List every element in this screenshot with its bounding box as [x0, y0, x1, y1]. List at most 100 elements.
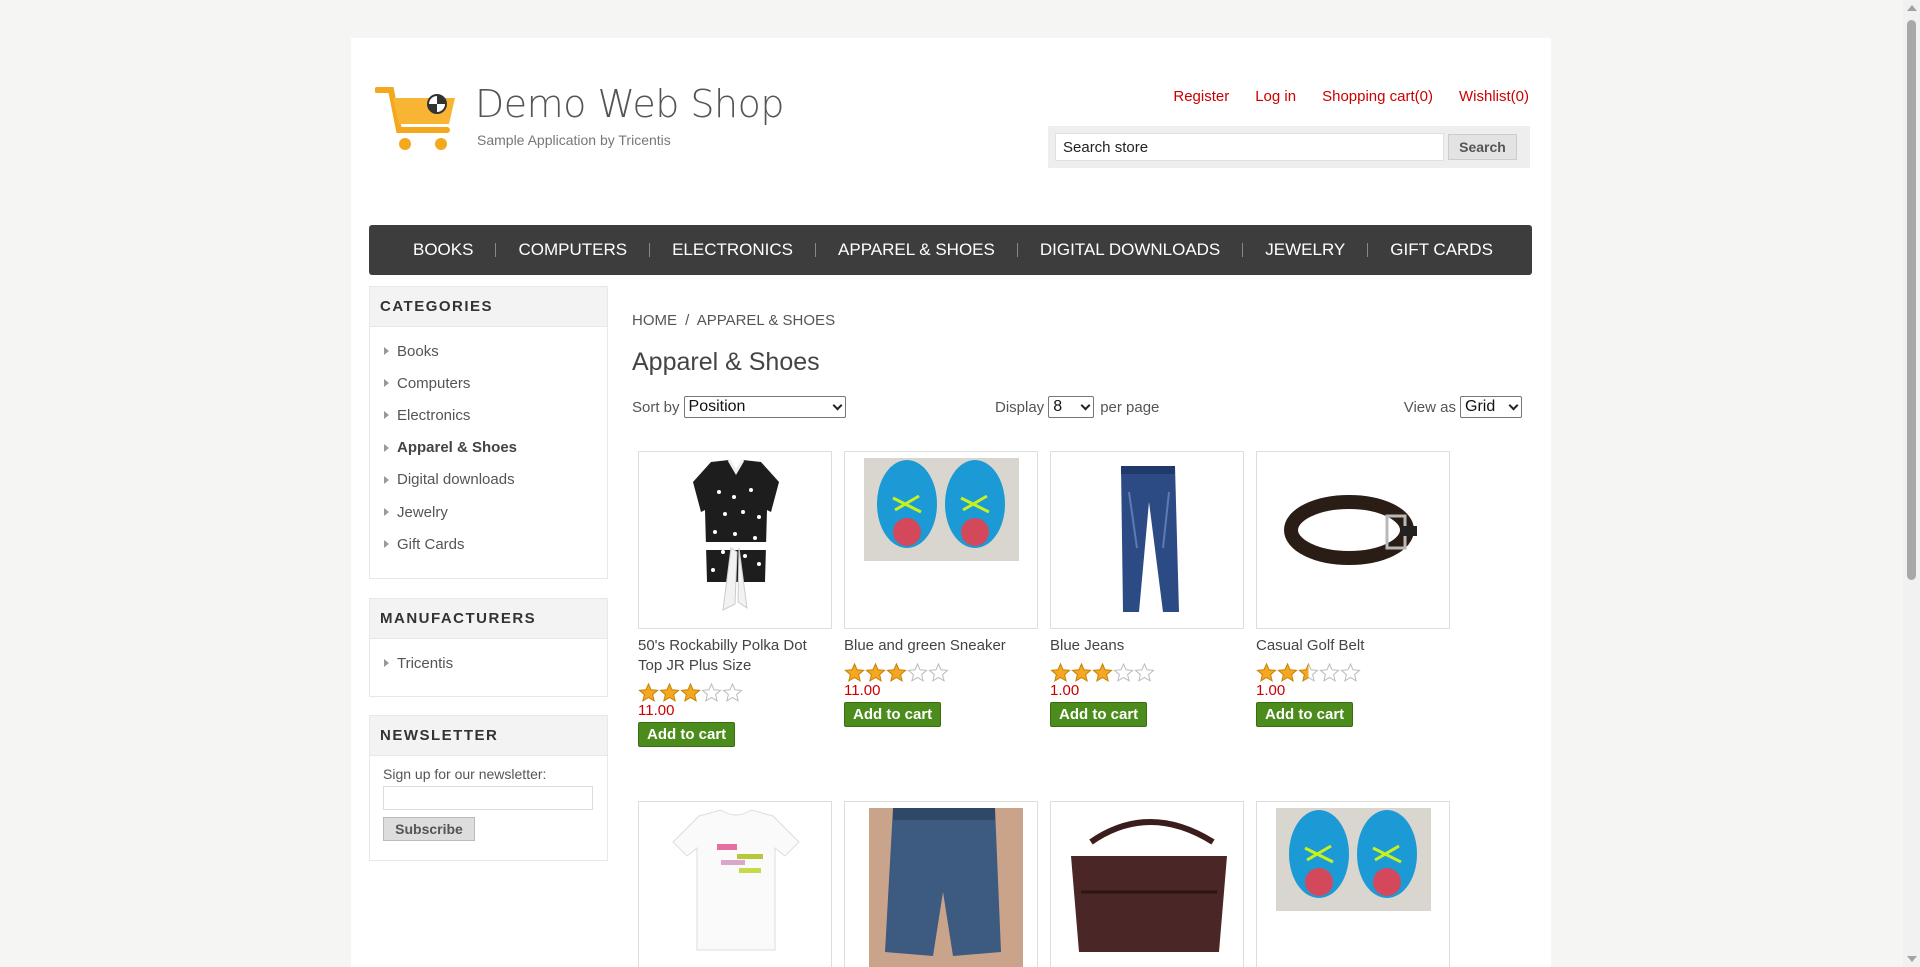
add-to-cart-button[interactable]: Add to cart	[1256, 702, 1354, 727]
add-to-cart-button[interactable]: Add to cart	[844, 702, 942, 727]
product-image[interactable]	[638, 801, 832, 967]
categories-title: CATEGORIES	[370, 287, 607, 327]
category-item-digital-downloads[interactable]: Digital downloads	[384, 464, 607, 496]
product-image[interactable]	[1256, 801, 1450, 967]
star-icon	[1319, 663, 1340, 682]
blue-sneaker-image	[864, 458, 1019, 561]
product-card: Casual Golf Belt 1.00 Add to cart	[1256, 451, 1450, 727]
star-icon	[1134, 663, 1155, 682]
product-price: 11.00	[844, 682, 881, 699]
triangle-right-icon	[384, 475, 389, 484]
blue-sneaker-image	[1276, 808, 1431, 911]
manufacturers-block: MANUFACTURERS Tricentis	[369, 598, 608, 697]
store-subtitle: Sample Application by Tricentis	[477, 132, 671, 148]
product-image[interactable]	[844, 451, 1038, 629]
star-icon	[907, 663, 928, 682]
chevron-down-icon	[1508, 400, 1519, 410]
product-title[interactable]: Blue Jeans	[1050, 636, 1244, 656]
page-size-control: Display 8 per page	[995, 396, 1159, 418]
add-to-cart-button[interactable]: Add to cart	[1050, 702, 1148, 727]
view-mode-control: View as Grid	[1404, 396, 1522, 418]
star-icon	[659, 683, 680, 702]
menu-item-apparel-shoes[interactable]: APPAREL & SHOES	[816, 240, 1017, 260]
triangle-right-icon	[384, 508, 389, 517]
sort-select[interactable]: Position	[683, 396, 846, 418]
product-title[interactable]: Blue and green Sneaker	[844, 636, 1038, 656]
chevron-down-icon	[832, 400, 842, 410]
menu-item-jewelry[interactable]: JEWELRY	[1243, 240, 1367, 260]
breadcrumb-current: APPAREL & SHOES	[696, 312, 836, 329]
wishlist-link[interactable]: Wishlist(0)	[1459, 88, 1529, 105]
product-image[interactable]	[844, 801, 1038, 967]
newsletter-title: NEWSLETTER	[370, 716, 607, 756]
store-logo[interactable]: Demo Web Shop Sample Application by Tric…	[375, 82, 785, 154]
product-image[interactable]	[1050, 801, 1244, 967]
category-label: Computers	[397, 374, 471, 392]
category-item-jewelry[interactable]: Jewelry	[384, 496, 607, 528]
triangle-right-icon	[384, 659, 389, 668]
search-input[interactable]	[1055, 133, 1444, 161]
triangle-right-icon	[384, 379, 389, 388]
header-links: Register Log in Shopping cart(0) Wishlis…	[1147, 88, 1529, 105]
top-menu: BOOKS COMPUTERS ELECTRONICS APPAREL & SH…	[369, 225, 1532, 275]
newsletter-email-input[interactable]	[383, 786, 593, 810]
breadcrumb-home[interactable]: HOME	[632, 312, 677, 329]
categories-block: CATEGORIES Books Computers Electronics A…	[369, 286, 608, 579]
blue-jeans-image	[1121, 466, 1179, 612]
product-image[interactable]	[1256, 451, 1450, 629]
product-title[interactable]: 50's Rockabilly Polka Dot Top JR Plus Si…	[638, 636, 832, 676]
scroll-down-arrow-icon[interactable]	[1907, 956, 1917, 962]
product-image[interactable]	[1050, 451, 1244, 629]
category-item-gift-cards[interactable]: Gift Cards	[384, 528, 607, 560]
product-card	[1256, 801, 1450, 967]
category-item-computers[interactable]: Computers	[384, 367, 607, 399]
view-mode-selected-value: Grid	[1465, 398, 1496, 415]
menu-item-digital-downloads[interactable]: DIGITAL DOWNLOADS	[1018, 240, 1242, 260]
page-size-select[interactable]: 8	[1048, 396, 1095, 418]
product-title[interactable]: Casual Golf Belt	[1256, 636, 1450, 656]
product-image[interactable]	[638, 451, 832, 629]
chevron-down-icon	[1080, 400, 1091, 410]
category-item-books[interactable]: Books	[384, 335, 607, 367]
page-container: Demo Web Shop Sample Application by Tric…	[351, 38, 1551, 967]
product-price: 1.00	[1256, 682, 1286, 699]
subscribe-button[interactable]: Subscribe	[383, 817, 475, 841]
product-price: 1.00	[1050, 682, 1080, 699]
view-mode-select[interactable]: Grid	[1460, 396, 1522, 418]
scroll-up-arrow-icon[interactable]	[1907, 5, 1917, 11]
denim-shorts-image	[869, 808, 1023, 967]
menu-item-gift-cards[interactable]: GIFT CARDS	[1368, 240, 1515, 260]
category-item-apparel-shoes[interactable]: Apparel & Shoes	[384, 432, 607, 464]
menu-item-computers[interactable]: COMPUTERS	[496, 240, 649, 260]
manufacturer-label: Tricentis	[397, 654, 454, 672]
scrollbar-thumb[interactable]	[1907, 20, 1916, 580]
category-item-electronics[interactable]: Electronics	[384, 399, 607, 431]
register-link[interactable]: Register	[1173, 88, 1229, 105]
menu-item-books[interactable]: BOOKS	[391, 240, 495, 260]
manufacturer-item-tricentis[interactable]: Tricentis	[384, 647, 607, 679]
star-icon	[1256, 663, 1277, 682]
search-box: Search	[1048, 126, 1530, 168]
store-title: Demo Web Shop	[475, 82, 785, 126]
breadcrumb-separator: /	[685, 312, 690, 329]
star-icon	[680, 683, 701, 702]
product-card	[844, 801, 1038, 967]
category-label: Digital downloads	[397, 471, 515, 489]
add-to-cart-button[interactable]: Add to cart	[638, 722, 736, 747]
vertical-scrollbar[interactable]	[1903, 0, 1920, 967]
star-icon	[638, 683, 659, 702]
category-label: Jewelry	[397, 503, 448, 521]
menu-item-electronics[interactable]: ELECTRONICS	[650, 240, 815, 260]
shopping-cart-link[interactable]: Shopping cart(0)	[1322, 88, 1433, 105]
breadcrumb: HOME / APPAREL & SHOES	[632, 312, 835, 329]
login-link[interactable]: Log in	[1255, 88, 1296, 105]
leather-handbag-image	[1071, 819, 1227, 952]
newsletter-block: NEWSLETTER Sign up for our newsletter: S…	[369, 715, 608, 861]
star-icon	[1277, 663, 1298, 682]
polka-dot-top-image	[693, 459, 779, 611]
search-button[interactable]: Search	[1448, 134, 1517, 160]
manufacturers-title: MANUFACTURERS	[370, 599, 607, 639]
sort-label: Sort by	[632, 398, 680, 416]
product-rating	[1256, 663, 1450, 682]
triangle-right-icon	[384, 443, 389, 452]
